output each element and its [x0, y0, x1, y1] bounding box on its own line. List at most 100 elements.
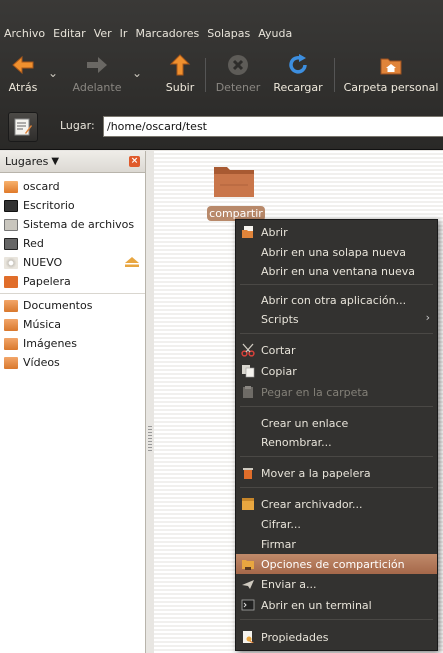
menu-item-cifrar[interactable]: Cifrar... — [236, 514, 437, 534]
forward-history-chevron-icon[interactable]: ⌄ — [132, 66, 142, 80]
menu-item-firmar[interactable]: Firmar — [236, 534, 437, 554]
home-folder-icon — [380, 58, 402, 75]
close-sidebar-icon[interactable]: × — [129, 156, 140, 167]
open-icon — [242, 226, 253, 238]
folder-icon[interactable] — [212, 163, 256, 199]
menu-item-crear-enlace[interactable]: Crear un enlace — [236, 413, 437, 433]
menu-item-open-with[interactable]: Abrir con otra aplicación... — [236, 290, 437, 310]
menu-item-copiar[interactable]: Copiar — [236, 361, 437, 381]
menu-item-enviar-a[interactable]: Enviar a... — [236, 574, 437, 594]
menu-item-label: Abrir en un terminal — [261, 598, 372, 612]
menu-marcadores[interactable]: Marcadores — [135, 27, 199, 40]
context-menu: Abrir Abrir en una solapa nueva Abrir en… — [235, 219, 438, 651]
menu-item-scripts[interactable]: Scripts › — [236, 309, 437, 329]
paste-icon — [243, 386, 253, 398]
sidebar-splitter[interactable] — [146, 151, 154, 653]
up-label: Subir — [165, 81, 195, 94]
menu-item-label: Abrir — [261, 225, 288, 239]
menu-item-label: Abrir con otra aplicación... — [261, 293, 407, 307]
menu-item-label: Abrir en una solapa nueva — [261, 245, 406, 259]
menu-item-open-window[interactable]: Abrir en una ventana nueva — [236, 261, 437, 281]
folder-icon — [4, 299, 18, 312]
chevron-down-icon: ▼ — [51, 156, 60, 167]
cd-icon — [4, 256, 18, 269]
reload-button[interactable]: Recargar — [270, 50, 326, 100]
sidebar-item-imagenes[interactable]: Imágenes — [0, 334, 145, 353]
menu-item-label: Firmar — [261, 537, 296, 551]
sidebar-item-oscard[interactable]: oscard — [0, 177, 145, 196]
menu-ayuda[interactable]: Ayuda — [258, 27, 292, 40]
menu-item-label: Abrir en una ventana nueva — [261, 264, 415, 278]
title-strip — [0, 0, 443, 22]
menu-item-label: Pegar en la carpeta — [261, 385, 369, 399]
location-label: Lugar: — [60, 119, 95, 132]
places-sidebar: Lugares ▼ × oscard Escritorio Sistema de… — [0, 151, 146, 653]
sidebar-item-label: oscard — [23, 180, 60, 193]
desktop-icon — [4, 199, 18, 212]
network-icon — [4, 237, 18, 250]
up-arrow-icon — [169, 54, 191, 76]
sidebar-item-nuevo[interactable]: NUEVO — [0, 253, 145, 272]
sidebar-item-filesystem[interactable]: Sistema de archivos — [0, 215, 145, 234]
menu-item-label: Renombrar... — [261, 435, 332, 449]
menubar: Archivo Editar Ver Ir Marcadores Solapas… — [0, 22, 443, 44]
stop-label: Detener — [215, 81, 261, 94]
trash-icon — [243, 468, 253, 479]
sidebar-title: Lugares — [5, 155, 49, 168]
menu-item-abrir-terminal[interactable]: Abrir en un terminal — [236, 595, 437, 615]
location-edit-toggle-button[interactable] — [8, 112, 38, 142]
menu-ir[interactable]: Ir — [120, 27, 128, 40]
menu-item-pegar[interactable]: Pegar en la carpeta — [236, 382, 437, 402]
sidebar-divider — [0, 293, 145, 294]
drive-icon — [4, 218, 18, 231]
toolbar: Atrás ⌄ Adelante ⌄ Subir Detener Recarga… — [0, 50, 443, 102]
stop-button[interactable]: Detener — [212, 50, 264, 100]
sidebar-item-label: Imágenes — [23, 337, 77, 350]
home-folder-label: Carpeta personal — [343, 81, 439, 94]
menu-item-mover-papelera[interactable]: Mover a la papelera — [236, 463, 437, 483]
menu-item-open-tab[interactable]: Abrir en una solapa nueva — [236, 242, 437, 262]
send-icon — [242, 580, 254, 589]
archive-icon — [242, 498, 254, 510]
menu-item-label: Opciones de compartición — [261, 557, 405, 571]
menu-separator — [240, 284, 433, 285]
share-folder-icon — [242, 560, 254, 570]
menu-editar[interactable]: Editar — [53, 27, 86, 40]
sidebar-item-musica[interactable]: Música — [0, 315, 145, 334]
copy-icon — [242, 365, 255, 378]
menu-item-cortar[interactable]: Cortar — [236, 340, 437, 360]
sidebar-item-videos[interactable]: Vídeos — [0, 353, 145, 372]
location-input[interactable]: /home/oscard/test — [103, 116, 443, 137]
menu-item-crear-archivador[interactable]: Crear archivador... — [236, 494, 437, 514]
splitter-grip — [148, 426, 152, 452]
sidebar-item-papelera[interactable]: Papelera — [0, 272, 145, 291]
up-button[interactable]: Subir — [162, 50, 198, 100]
forward-arrow-icon — [87, 57, 107, 73]
menu-separator — [240, 487, 433, 488]
menu-ver[interactable]: Ver — [94, 27, 112, 40]
menu-item-propiedades[interactable]: Propiedades — [236, 627, 437, 647]
back-history-chevron-icon[interactable]: ⌄ — [48, 66, 58, 80]
menu-item-abrir[interactable]: Abrir — [236, 222, 437, 242]
chevron-right-icon: › — [425, 311, 430, 324]
back-arrow-icon — [12, 55, 34, 75]
forward-button[interactable]: Adelante — [70, 50, 124, 100]
menu-item-opciones-comparticion[interactable]: Opciones de compartición — [236, 554, 437, 574]
sidebar-item-escritorio[interactable]: Escritorio — [0, 196, 145, 215]
eject-icon[interactable] — [125, 257, 139, 267]
terminal-icon — [241, 599, 255, 611]
reload-label: Recargar — [273, 81, 323, 94]
home-folder-button[interactable]: Carpeta personal — [342, 50, 440, 100]
scissors-icon — [241, 343, 255, 357]
menu-archivo[interactable]: Archivo — [4, 27, 45, 40]
properties-icon — [243, 631, 254, 643]
sidebar-item-label: Documentos — [23, 299, 93, 312]
trash-icon — [4, 275, 18, 288]
sidebar-item-label: Red — [23, 237, 44, 250]
back-button[interactable]: Atrás — [4, 50, 42, 100]
sidebar-header[interactable]: Lugares ▼ × — [0, 151, 145, 173]
sidebar-item-documentos[interactable]: Documentos — [0, 296, 145, 315]
menu-item-renombrar[interactable]: Renombrar... — [236, 432, 437, 452]
menu-solapas[interactable]: Solapas — [207, 27, 250, 40]
sidebar-item-red[interactable]: Red — [0, 234, 145, 253]
